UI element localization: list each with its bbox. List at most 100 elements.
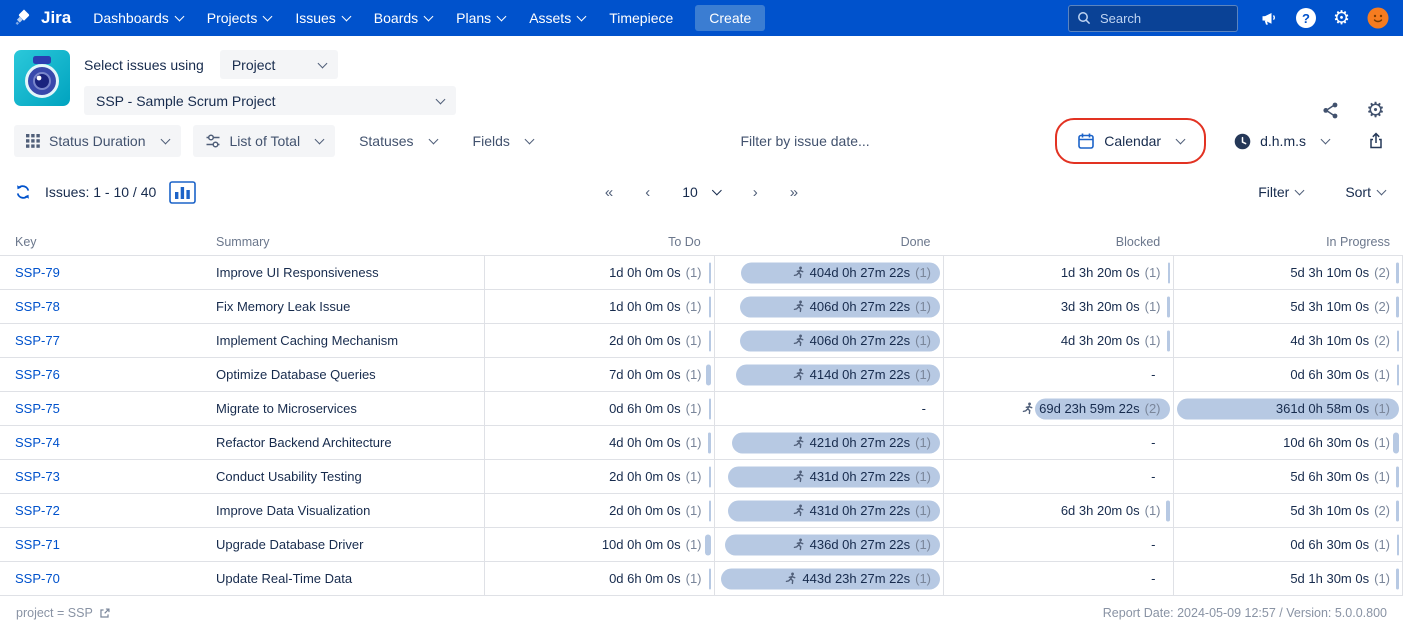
- issue-count: (1): [685, 333, 702, 348]
- sort-dropdown[interactable]: Sort: [1345, 184, 1387, 200]
- cell-done: 431d 0h 27m 22s (1): [713, 494, 944, 527]
- page-size-select[interactable]: 10: [682, 184, 723, 200]
- first-page-button[interactable]: «: [605, 184, 613, 201]
- time-format-button[interactable]: d.h.m.s: [1222, 125, 1341, 157]
- filter-dropdown[interactable]: Filter: [1258, 184, 1305, 200]
- fields-button[interactable]: Fields: [461, 125, 545, 157]
- next-page-button[interactable]: ›: [753, 184, 758, 201]
- pagination: « ‹ 10 › »: [605, 184, 798, 201]
- column-header-summary[interactable]: Summary: [216, 235, 484, 249]
- panel-actions: ⚙: [1321, 100, 1385, 121]
- cell-blocked: 3d 3h 20m 0s (1): [943, 290, 1173, 323]
- user-avatar[interactable]: [1367, 7, 1389, 29]
- duration-value: 5d 6h 30m 0s: [1290, 469, 1370, 484]
- issue-summary: Upgrade Database Driver: [216, 537, 364, 552]
- issue-key-link[interactable]: SSP-72: [15, 503, 60, 518]
- project-select[interactable]: SSP - Sample Scrum Project: [84, 86, 456, 115]
- issue-key-link[interactable]: SSP-78: [15, 299, 60, 314]
- jira-logo[interactable]: Jira: [14, 8, 71, 28]
- refresh-icon[interactable]: [14, 183, 32, 201]
- issue-key-link[interactable]: SSP-74: [15, 435, 60, 450]
- duration-value: 69d 23h 59m 22s: [1039, 401, 1140, 416]
- report-type-button[interactable]: Status Duration: [14, 125, 181, 157]
- nav-item-plans[interactable]: Plans: [456, 10, 507, 26]
- table-row[interactable]: SSP-76 Optimize Database Queries 7d 0h 0…: [0, 357, 1403, 391]
- issue-key-link[interactable]: SSP-70: [15, 571, 60, 586]
- column-header-inprogress[interactable]: In Progress: [1173, 235, 1403, 249]
- table-row[interactable]: SSP-75 Migrate to Microservices 0d 6h 0m…: [0, 391, 1403, 425]
- jira-mark-icon: [14, 8, 34, 28]
- grid-icon: [26, 134, 40, 148]
- nav-item-boards[interactable]: Boards: [374, 10, 434, 26]
- column-header-done[interactable]: Done: [714, 235, 944, 249]
- issue-count: (1): [915, 299, 931, 314]
- column-header-blocked[interactable]: Blocked: [944, 235, 1174, 249]
- duration-bar: [1167, 330, 1170, 351]
- chart-view-icon[interactable]: [169, 180, 197, 204]
- issue-source-select[interactable]: Project: [219, 50, 338, 79]
- last-page-button[interactable]: »: [790, 184, 798, 201]
- duration-value: 5d 3h 10m 0s: [1290, 265, 1370, 280]
- table-row[interactable]: SSP-72 Improve Data Visualization 2d 0h …: [0, 493, 1403, 527]
- cell-inprogress: 0d 6h 30m 0s (1): [1172, 528, 1403, 561]
- issue-key-link[interactable]: SSP-75: [15, 401, 60, 416]
- table-row[interactable]: SSP-74 Refactor Backend Architecture 4d …: [0, 425, 1403, 459]
- announcement-icon[interactable]: [1260, 9, 1279, 28]
- issue-key-link[interactable]: SSP-73: [15, 469, 60, 484]
- jql-link[interactable]: project = SSP: [16, 606, 111, 620]
- calendar-button[interactable]: Calendar: [1065, 125, 1196, 157]
- search-input[interactable]: [1097, 9, 1217, 27]
- duration-bar: [1396, 262, 1399, 283]
- cell-inprogress: 5d 3h 10m 0s (2): [1172, 494, 1403, 527]
- issue-key-link[interactable]: SSP-76: [15, 367, 60, 382]
- create-button[interactable]: Create: [695, 5, 766, 31]
- chevron-down-icon: [576, 11, 587, 22]
- issue-count: (2): [1374, 333, 1390, 348]
- runner-icon: [792, 470, 805, 483]
- duration-bar: [1166, 500, 1170, 521]
- table-row[interactable]: SSP-79 Improve UI Responsiveness 1d 0h 0…: [0, 255, 1403, 289]
- issue-key-link[interactable]: SSP-77: [15, 333, 60, 348]
- settings-gear-icon[interactable]: ⚙: [1366, 100, 1385, 121]
- cell-done: 406d 0h 27m 22s (1): [713, 290, 944, 323]
- cell-done: 404d 0h 27m 22s (1): [713, 256, 944, 289]
- nav-item-timepiece[interactable]: Timepiece: [609, 10, 673, 26]
- nav-item-dashboards[interactable]: Dashboards: [93, 10, 185, 26]
- issue-key-link[interactable]: SSP-79: [15, 265, 60, 280]
- issue-summary: Improve Data Visualization: [216, 503, 371, 518]
- external-link-icon: [98, 607, 111, 620]
- column-header-key[interactable]: Key: [0, 235, 216, 249]
- cell-done: 431d 0h 27m 22s (1): [713, 460, 944, 493]
- admin-gear-icon[interactable]: ⚙: [1333, 9, 1350, 28]
- table-row[interactable]: SSP-77 Implement Caching Mechanism 2d 0h…: [0, 323, 1403, 357]
- issue-count: (1): [915, 265, 931, 280]
- table-row[interactable]: SSP-78 Fix Memory Leak Issue 1d 0h 0m 0s…: [0, 289, 1403, 323]
- nav-item-projects[interactable]: Projects: [207, 10, 273, 26]
- issue-summary: Implement Caching Mechanism: [216, 333, 399, 348]
- issue-key-link[interactable]: SSP-71: [15, 537, 60, 552]
- help-icon[interactable]: ?: [1295, 8, 1316, 28]
- issue-count: (2): [1374, 503, 1390, 518]
- table-row[interactable]: SSP-71 Upgrade Database Driver 10d 0h 0m…: [0, 527, 1403, 561]
- nav-item-assets[interactable]: Assets: [529, 10, 587, 26]
- search-box[interactable]: [1067, 4, 1238, 32]
- column-header-todo[interactable]: To Do: [484, 235, 714, 249]
- cell-blocked: 6d 3h 20m 0s (1): [943, 494, 1173, 527]
- list-type-button[interactable]: List of Total: [192, 125, 336, 157]
- chevron-down-icon: [712, 185, 723, 196]
- cell-done: 436d 0h 27m 22s (1): [713, 528, 944, 561]
- issue-count: (1): [685, 265, 702, 280]
- issue-count: (2): [1374, 265, 1390, 280]
- prev-page-button[interactable]: ‹: [645, 184, 650, 201]
- table-row[interactable]: SSP-70 Update Real-Time Data 0d 6h 0m 0s…: [0, 561, 1403, 595]
- table-row[interactable]: SSP-73 Conduct Usability Testing 2d 0h 0…: [0, 459, 1403, 493]
- statuses-button[interactable]: Statuses: [347, 125, 448, 157]
- export-icon[interactable]: [1367, 132, 1385, 150]
- runner-icon: [792, 436, 805, 449]
- share-icon[interactable]: [1321, 101, 1340, 120]
- issue-date-filter[interactable]: Filter by issue date...: [545, 133, 1065, 149]
- nav-item-issues[interactable]: Issues: [295, 10, 352, 26]
- cell-blocked: 4d 3h 20m 0s (1): [943, 324, 1173, 357]
- chevron-down-icon: [341, 11, 352, 22]
- select-issues-label: Select issues using: [84, 56, 204, 73]
